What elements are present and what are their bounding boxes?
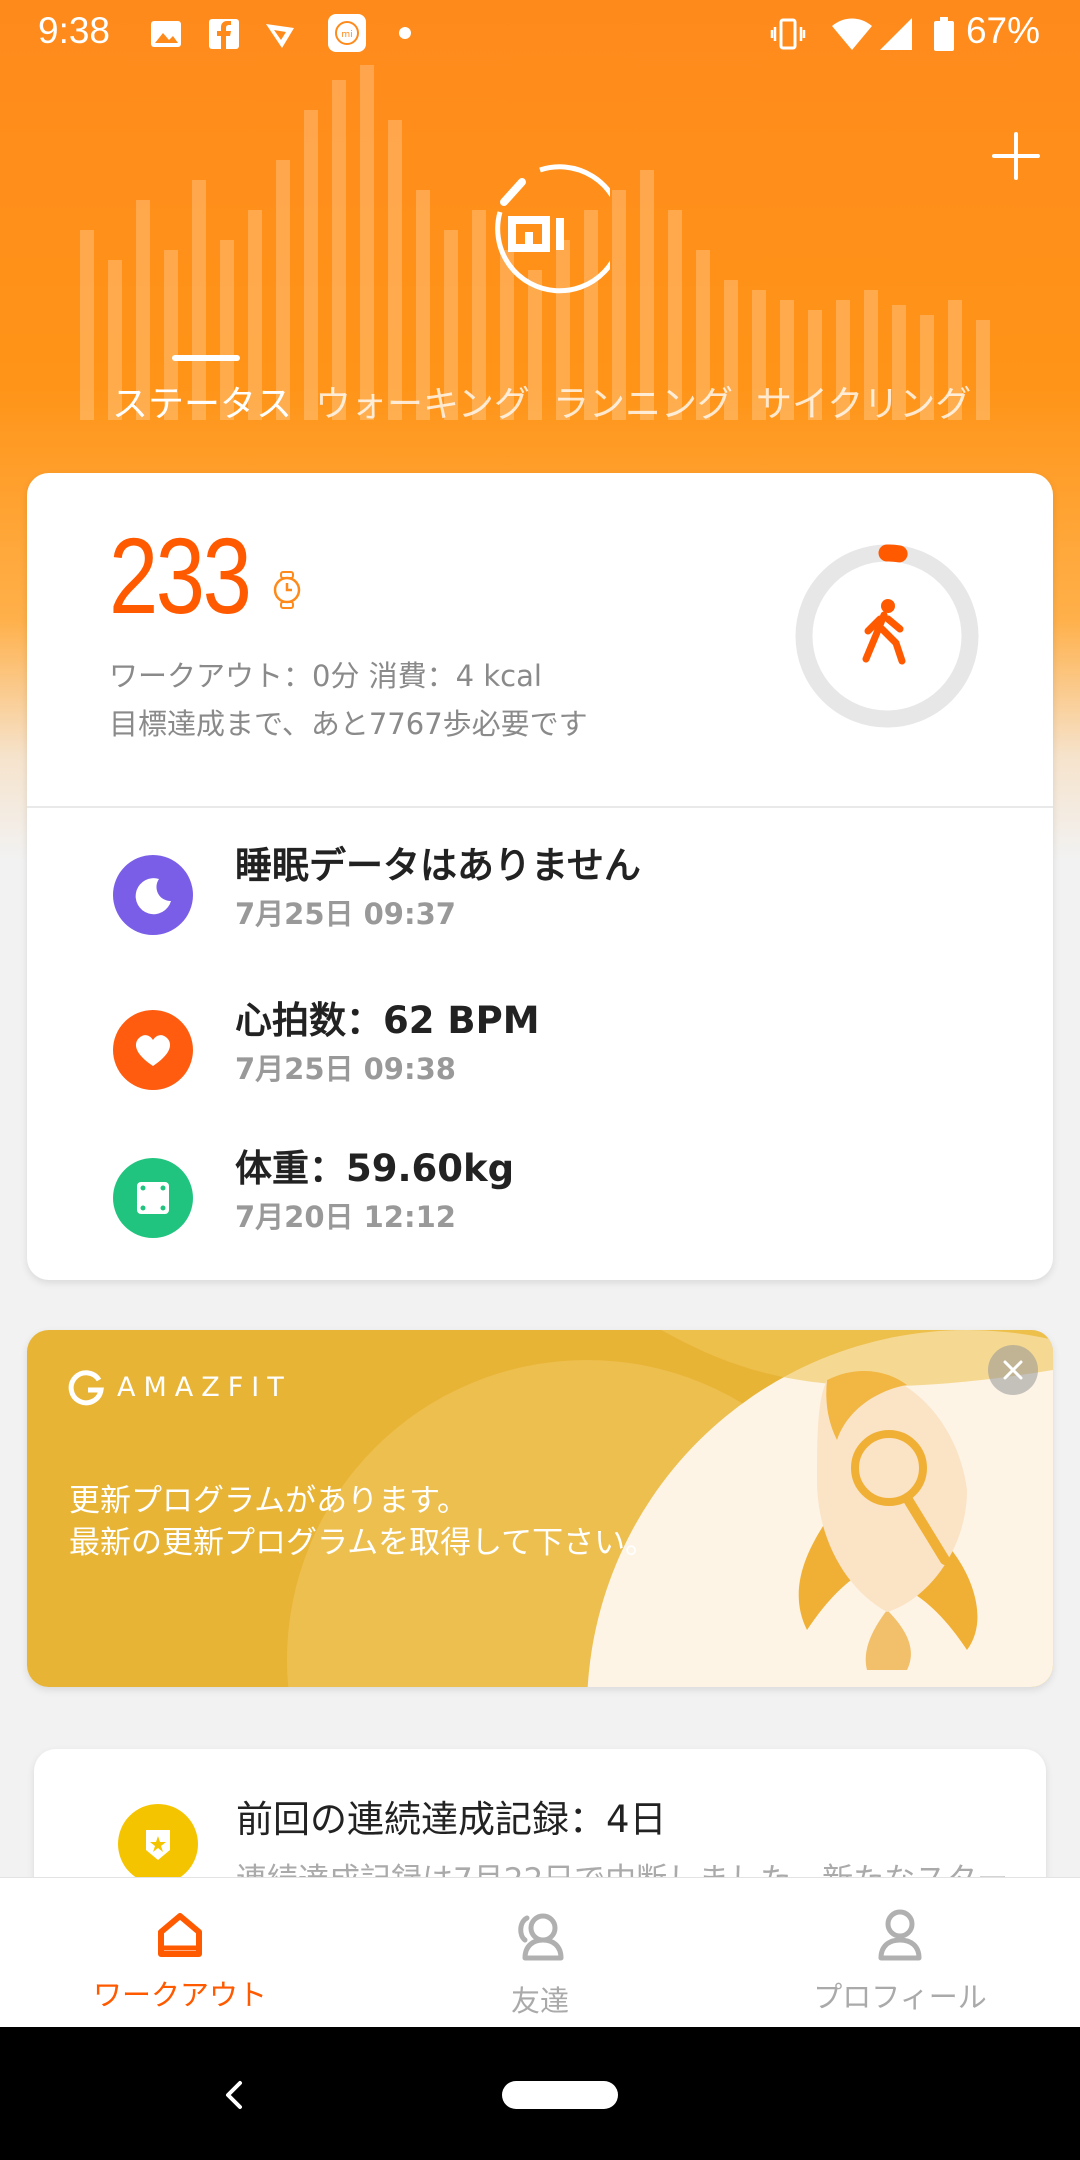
weight-title: 体重：59.60kg: [235, 1147, 515, 1190]
signal-icon: [880, 18, 912, 50]
app-icon: [266, 24, 294, 48]
heart-rate-row[interactable]: 心拍数：62 BPM 7月25日 09:38: [27, 988, 1053, 1128]
svg-text:z: z: [159, 882, 167, 897]
friends-icon: [518, 1913, 564, 1961]
workout-summary: ワークアウト：0分 消費：4 kcal: [109, 659, 542, 693]
wifi-icon: [832, 18, 872, 50]
weight-row[interactable]: 体重：59.60kg 7月20日 12:12: [27, 1136, 1053, 1276]
battery-percent: 67%: [965, 10, 1040, 51]
svg-text:mi: mi: [341, 30, 352, 40]
nav-workout-label: ワークアウト: [92, 1978, 267, 2012]
banner-message-line2: 最新の更新プログラムを取得して下さい。: [69, 1525, 657, 1561]
bottom-navigation: ワークアウト 友達 プロフィール: [0, 1877, 1080, 2028]
sleep-date: 7月25日 09:37: [235, 897, 456, 931]
goal-remaining: 目標達成まで、あと7767歩必要です: [109, 707, 588, 741]
image-icon: [151, 21, 181, 47]
streak-title: 前回の連続達成記録：4日: [236, 1798, 667, 1841]
dot-icon: [399, 27, 411, 39]
amazfit-logo-icon: [68, 1370, 104, 1406]
home-pill-button[interactable]: [502, 2081, 618, 2109]
nav-profile[interactable]: プロフィール: [720, 1878, 1080, 2028]
update-banner[interactable]: AMAZFIT 更新プログラムがあります。 最新の更新プログラムを取得して下さい…: [27, 1330, 1053, 1687]
heart-rate-title: 心拍数：62 BPM: [235, 999, 540, 1042]
home-icon: [158, 1913, 202, 1957]
system-navigation-bar: [0, 2027, 1080, 2160]
active-tab-indicator: [172, 355, 240, 361]
card-divider: [27, 806, 1053, 808]
mi-logo-icon: [495, 164, 610, 294]
back-icon[interactable]: [220, 2077, 250, 2113]
rocket-icon: [798, 1370, 978, 1670]
banner-message-line1: 更新プログラムがあります。: [69, 1483, 468, 1519]
streak-badge-icon: [118, 1804, 198, 1884]
facebook-icon: [209, 19, 239, 49]
activity-tabs: ステータス ウォーキング ランニング サイクリング: [112, 375, 994, 435]
nav-workout[interactable]: ワークアウト: [0, 1878, 360, 2028]
tab-running[interactable]: ランニング: [553, 375, 733, 435]
status-time: 9:38: [38, 10, 111, 51]
step-progress-ring: [795, 544, 979, 728]
sleep-icon: z: [113, 855, 193, 935]
weight-date: 7月20日 12:12: [235, 1200, 456, 1234]
status-bar: 9:38 mi 67%: [0, 0, 1080, 70]
battery-icon: [934, 17, 954, 51]
tab-cycling[interactable]: サイクリング: [756, 375, 971, 435]
nav-friends[interactable]: 友達: [360, 1878, 720, 2028]
profile-icon: [878, 1909, 922, 1961]
sleep-row[interactable]: z 睡眠データはありません 7月25日 09:37: [27, 833, 1053, 973]
walking-icon: [862, 599, 906, 665]
banner-close-button[interactable]: [988, 1345, 1038, 1395]
tab-status[interactable]: ステータス: [112, 375, 292, 435]
scale-icon: [113, 1158, 193, 1238]
banner-brand: AMAZFIT: [117, 1372, 292, 1403]
watch-icon: [273, 571, 301, 609]
add-button[interactable]: [988, 128, 1044, 184]
mi-fit-icon: mi: [328, 14, 366, 52]
close-icon: [1003, 1360, 1023, 1380]
step-count: 233: [109, 515, 252, 636]
vibrate-icon: [770, 18, 806, 50]
heart-icon: [113, 1010, 193, 1090]
banner-message: 更新プログラムがあります。 最新の更新プログラムを取得して下さい。: [69, 1480, 656, 1564]
heart-rate-date: 7月25日 09:38: [235, 1052, 456, 1086]
tab-walking[interactable]: ウォーキング: [315, 375, 530, 435]
nav-friends-label: 友達: [510, 1984, 569, 2018]
sleep-title: 睡眠データはありません: [235, 844, 641, 887]
nav-profile-label: プロフィール: [813, 1980, 987, 2014]
status-card[interactable]: 233 ワークアウト：0分 消費：4 kcal 目標達成まで、あと7767歩必要…: [27, 473, 1053, 1280]
